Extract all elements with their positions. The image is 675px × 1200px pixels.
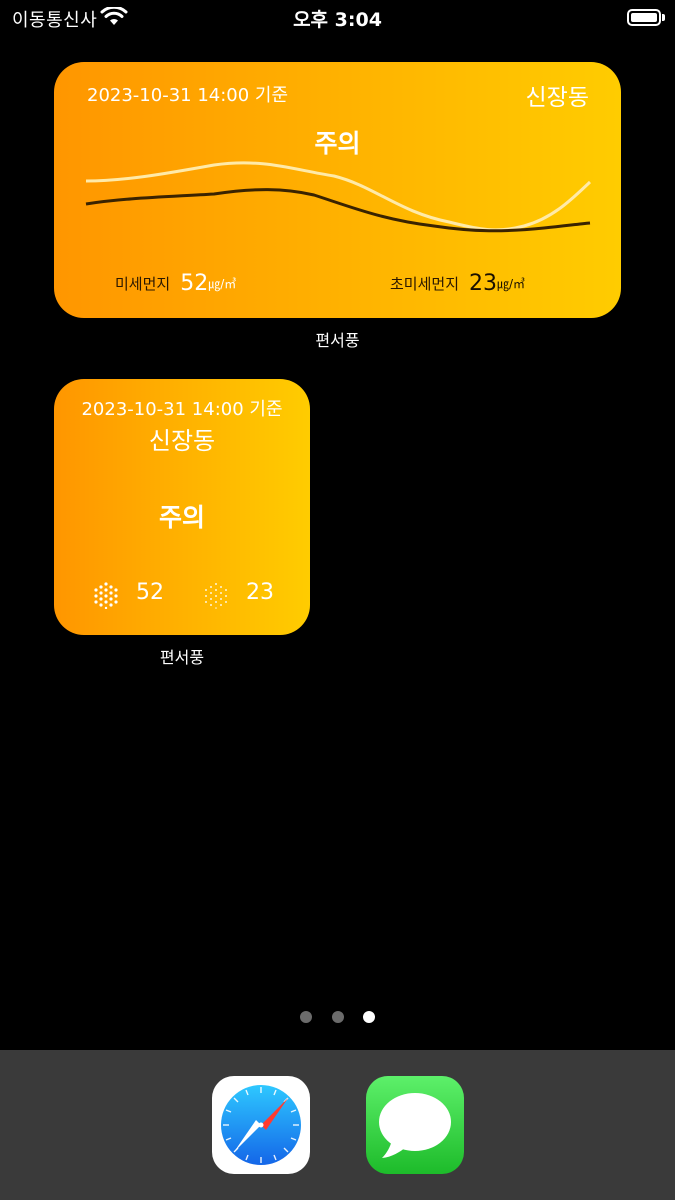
widget-location: 신장동 [148, 427, 216, 455]
widget-timestamp: 2023-10-31 14:00 기준 [81, 399, 283, 420]
safari-compass-icon [221, 1085, 301, 1165]
pm10-label: 미세먼지 [115, 275, 171, 293]
pm10-value: 52 [136, 580, 164, 605]
sparse-dots-icon [205, 583, 227, 609]
safari-app-icon[interactable] [212, 1076, 310, 1174]
pm10-value: 52 [180, 271, 209, 296]
widget-timestamp: 2023-10-31 14:00 기준 [87, 85, 289, 106]
page-dot[interactable] [300, 1011, 313, 1023]
dense-dots-icon [94, 582, 118, 609]
air-status-label: 주의 [314, 129, 361, 158]
pm25-trend-line [85, 188, 591, 233]
status-bar: 이동통신사 오후 3:04 [0, 0, 675, 36]
pm25-label: 초미세먼지 [390, 275, 460, 293]
clock: 오후 3:04 [293, 9, 382, 31]
pm10-unit: ㎍/㎥ [208, 277, 237, 291]
widget-app-label: 편서풍 [315, 331, 360, 350]
page-dot-active[interactable] [362, 1011, 375, 1023]
messages-app-icon[interactable] [366, 1076, 464, 1174]
battery-cap [662, 14, 665, 21]
battery-icon [627, 9, 661, 26]
messages-bubble-icon [379, 1093, 451, 1158]
air-quality-widget-small[interactable]: 2023-10-31 14:00 기준 신장동 주의 52 23 [54, 379, 310, 635]
dock [0, 1050, 675, 1200]
pm10-metric: 미세먼지 52㎍/㎥ [115, 271, 236, 296]
pm25-metric: 초미세먼지 23㎍/㎥ [390, 271, 525, 296]
widget-location: 신장동 [525, 85, 589, 111]
pm25-value: 23 [246, 580, 274, 605]
page-dot[interactable] [331, 1011, 344, 1023]
air-quality-widget-large[interactable]: 2023-10-31 14:00 기준 신장동 주의 미세먼지 52㎍/㎥ 초미세… [54, 62, 621, 318]
page-indicator[interactable] [0, 1008, 675, 1027]
pm25-unit: ㎍/㎥ [497, 277, 526, 291]
widget-app-label: 편서풍 [159, 648, 205, 667]
pm25-value: 23 [469, 271, 498, 296]
air-status-label: 주의 [158, 503, 205, 532]
